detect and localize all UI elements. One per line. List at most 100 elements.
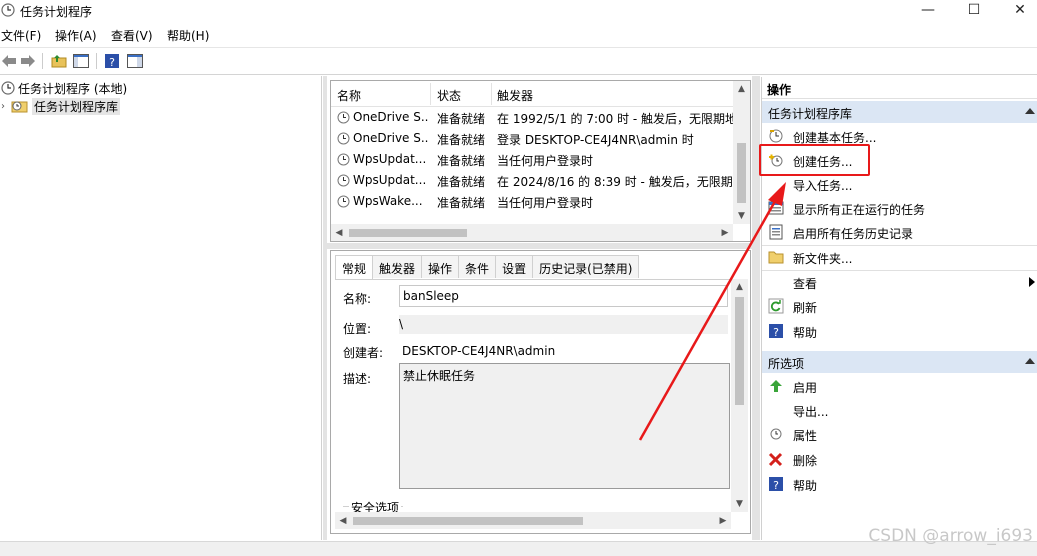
menu-help[interactable]: 帮助(H) <box>167 27 209 44</box>
action-export[interactable]: 导出... <box>762 399 1037 421</box>
horizontal-scrollbar[interactable]: ◀ ▶ <box>331 224 733 241</box>
scroll-left-icon[interactable]: ◀ <box>331 224 347 241</box>
action-enable-history[interactable]: 启用所有任务历史记录 <box>762 221 1037 243</box>
scroll-up-icon[interactable]: ▲ <box>733 81 750 97</box>
task-clock-icon <box>337 111 350 124</box>
column-header-name[interactable]: 名称 <box>337 87 361 104</box>
show-hide-tree-button[interactable] <box>72 52 90 70</box>
window-title: 任务计划程序 <box>20 5 93 19</box>
table-row[interactable]: WpsUpdat... 准备就绪 当任何用户登录时 <box>331 149 733 170</box>
close-button[interactable]: ✕ <box>997 0 1037 20</box>
enable-icon <box>768 378 784 394</box>
column-divider[interactable] <box>491 83 492 105</box>
forward-button[interactable] <box>19 52 37 70</box>
horizontal-scrollbar[interactable]: ◀ ▶ <box>335 512 731 529</box>
description-label: 描述: <box>343 372 372 386</box>
back-button[interactable] <box>0 52 18 70</box>
table-row[interactable]: WpsWake... 准备就绪 当任何用户登录时 <box>331 191 733 212</box>
column-divider[interactable] <box>430 83 431 105</box>
task-clock-icon <box>337 195 350 208</box>
tree-root-label: 任务计划程序 (本地) <box>18 81 128 96</box>
tab-settings[interactable]: 设置 <box>495 255 534 278</box>
section-task-library[interactable]: 任务计划程序库 <box>762 101 1037 123</box>
action-delete[interactable]: 删除 <box>762 448 1037 470</box>
scroll-thumb[interactable] <box>353 517 583 525</box>
scroll-down-icon[interactable]: ▼ <box>731 496 748 512</box>
show-hide-action-pane-button[interactable] <box>126 52 144 70</box>
action-label: 导出... <box>793 405 829 419</box>
collapse-icon[interactable] <box>1025 358 1035 364</box>
vertical-scrollbar[interactable]: ▲ ▼ <box>733 81 750 224</box>
folder-clock-icon <box>11 101 28 113</box>
scroll-thumb[interactable] <box>737 143 746 203</box>
task-trigger-cell: 登录 DESKTOP-CE4J4NR\admin 时 <box>497 133 694 147</box>
svg-text:?: ? <box>773 479 779 492</box>
scroll-right-icon[interactable]: ▶ <box>715 512 731 529</box>
tree-node-label: 任务计划程序库 <box>32 97 121 115</box>
scroll-right-icon[interactable]: ▶ <box>717 224 733 241</box>
scroll-thumb[interactable] <box>349 229 467 237</box>
location-value: \ <box>399 317 404 331</box>
delete-icon <box>768 451 784 467</box>
task-name-cell: OneDrive S... <box>353 131 429 145</box>
action-view[interactable]: 查看 <box>762 271 1037 293</box>
name-field[interactable]: banSleep <box>399 285 728 307</box>
maximize-button[interactable]: ☐ <box>951 0 997 20</box>
scroll-thumb[interactable] <box>735 297 744 405</box>
table-row[interactable]: WpsUpdat... 准备就绪 在 2024/8/16 的 8:39 时 - … <box>331 170 733 191</box>
action-help[interactable]: ? 帮助 <box>762 320 1037 342</box>
task-name-cell: WpsUpdat... <box>353 173 427 187</box>
action-label: 刷新 <box>793 301 818 315</box>
tree-node-task-library[interactable]: › 任务计划程序库 <box>0 97 121 115</box>
action-refresh[interactable]: 刷新 <box>762 295 1037 317</box>
splitter[interactable] <box>323 76 327 540</box>
clock-icon <box>1 3 15 17</box>
tab-general[interactable]: 常规 <box>335 255 374 280</box>
vertical-scrollbar[interactable]: ▲ ▼ <box>731 279 748 512</box>
action-label: 新文件夹... <box>793 252 853 266</box>
submenu-arrow-icon <box>1029 277 1035 287</box>
task-status-cell: 准备就绪 <box>437 154 486 168</box>
column-header-status[interactable]: 状态 <box>437 87 461 104</box>
tab-conditions[interactable]: 条件 <box>458 255 497 278</box>
tab-actions[interactable]: 操作 <box>421 255 460 278</box>
task-trigger-cell: 在 1992/5/1 的 7:00 时 - 触发后，无限期地 <box>497 112 733 126</box>
menu-file[interactable]: 文件(F) <box>1 27 41 44</box>
section-selected-item[interactable]: 所选项 <box>762 351 1037 373</box>
help-button[interactable]: ? <box>103 52 121 70</box>
expand-chevron-icon[interactable]: › <box>1 101 5 112</box>
task-status-cell: 准备就绪 <box>437 196 486 210</box>
author-label: 创建者: <box>343 346 384 360</box>
import-icon <box>768 176 784 192</box>
scroll-up-icon[interactable]: ▲ <box>731 279 748 295</box>
horizontal-splitter[interactable] <box>327 243 752 249</box>
action-help-selected[interactable]: ? 帮助 <box>762 473 1037 495</box>
toolbar-separator <box>42 53 43 69</box>
action-enable[interactable]: 启用 <box>762 375 1037 397</box>
table-row[interactable]: OneDrive S... 准备就绪 在 1992/5/1 的 7:00 时 -… <box>331 107 733 128</box>
action-label: 启用 <box>793 381 818 395</box>
tab-triggers[interactable]: 触发器 <box>372 255 423 278</box>
toolbar: ? <box>0 47 1037 75</box>
menu-action[interactable]: 操作(A) <box>55 27 97 44</box>
create-basic-task-icon <box>768 128 784 144</box>
description-field[interactable]: 禁止休眠任务 <box>399 363 730 489</box>
list-header: 名称 状态 触发器 <box>331 81 733 107</box>
action-new-folder[interactable]: 新文件夹... <box>762 246 1037 268</box>
scroll-left-icon[interactable]: ◀ <box>335 512 351 529</box>
up-folder-button[interactable] <box>50 52 68 70</box>
task-clock-icon <box>337 153 350 166</box>
tree-root-node[interactable]: 任务计划程序 (本地) <box>0 80 127 96</box>
tab-history[interactable]: 历史记录(已禁用) <box>532 255 640 278</box>
minimize-button[interactable]: — <box>905 0 951 20</box>
action-pane-icon <box>127 54 143 68</box>
properties-icon <box>768 426 784 442</box>
action-show-running-tasks[interactable]: 显示所有正在运行的任务 <box>762 197 1037 219</box>
action-import-task[interactable]: 导入任务... <box>762 173 1037 195</box>
action-properties[interactable]: 属性 <box>762 423 1037 445</box>
table-row[interactable]: OneDrive S... 准备就绪 登录 DESKTOP-CE4J4NR\ad… <box>331 128 733 149</box>
menu-view[interactable]: 查看(V) <box>111 27 153 44</box>
collapse-icon[interactable] <box>1025 108 1035 114</box>
scroll-down-icon[interactable]: ▼ <box>733 208 750 224</box>
column-header-trigger[interactable]: 触发器 <box>497 87 533 104</box>
